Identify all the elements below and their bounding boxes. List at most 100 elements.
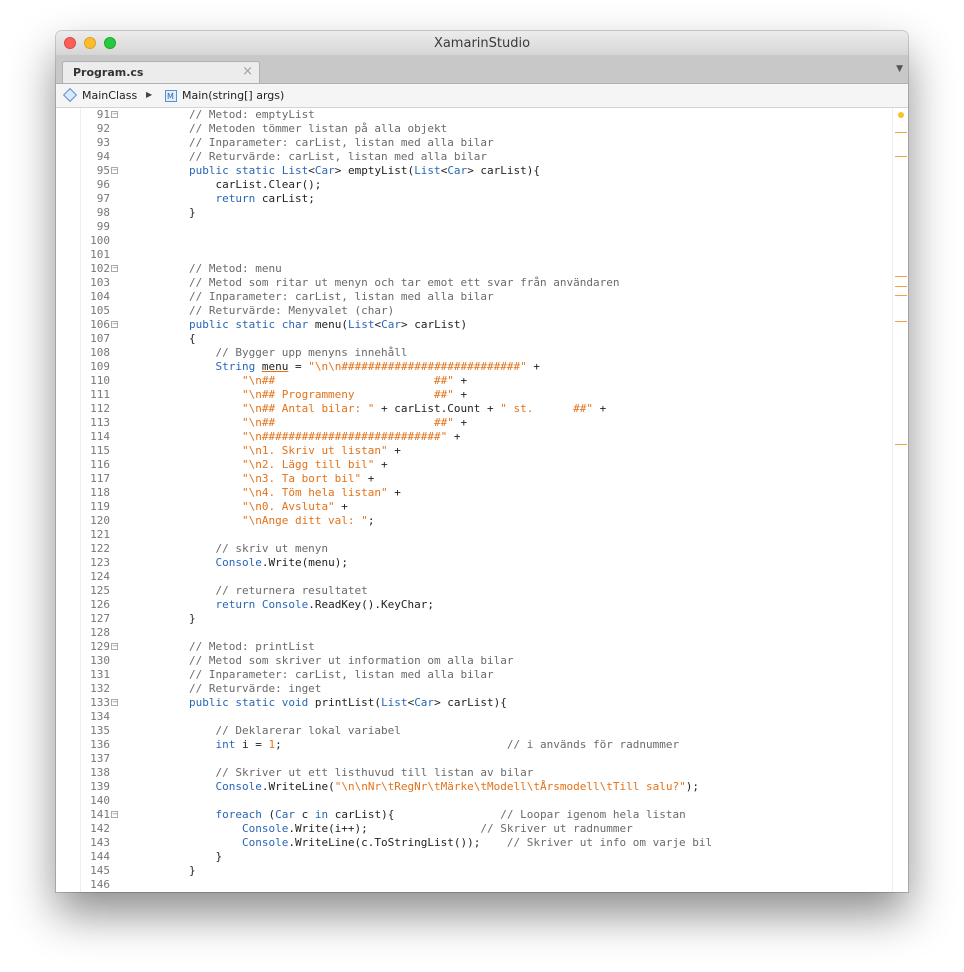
overview-scrollbar[interactable]: [892, 108, 908, 892]
code-line: "\n4. Töm hela listan" +: [136, 486, 892, 500]
code-token: > carList){: [434, 696, 507, 709]
scroll-marker: [895, 295, 907, 296]
line-number: 133: [90, 696, 110, 709]
code-line: "\n0. Avsluta" +: [136, 500, 892, 514]
line-number: 139: [90, 780, 110, 793]
code-token: carList.Clear();: [136, 178, 322, 191]
code-line: }: [136, 850, 892, 864]
breadcrumb-class[interactable]: MainClass: [82, 89, 137, 102]
fold-toggle-icon[interactable]: −: [111, 811, 118, 818]
code-token: // Loopar igenom hela listan: [500, 808, 686, 821]
code-token: "\n## Programmeny ##": [241, 388, 454, 401]
scroll-marker: [895, 321, 907, 322]
line-number: 109: [90, 360, 110, 373]
line-number: 108: [90, 346, 110, 359]
code-token: String: [215, 360, 256, 373]
code-token: // Inparameter: carList, listan med alla…: [136, 668, 494, 681]
code-line: return Console.ReadKey().KeyChar;: [136, 598, 892, 612]
line-number: 115: [90, 444, 110, 457]
code-line: // Deklarerar lokal variabel: [136, 724, 892, 738]
line-number: 129: [90, 640, 110, 653]
line-number: 113: [90, 416, 110, 429]
line-number: 122: [90, 542, 110, 555]
title-bar[interactable]: XamarinStudio: [56, 31, 908, 56]
line-number: 127: [90, 612, 110, 625]
fold-toggle-icon[interactable]: −: [111, 643, 118, 650]
fold-toggle-icon[interactable]: −: [111, 321, 118, 328]
code-token: List: [414, 164, 441, 177]
code-text-area[interactable]: // Metod: emptyList // Metoden tömmer li…: [136, 108, 892, 892]
code-token: }: [136, 612, 196, 625]
code-token: "\n4. Töm hela listan": [241, 486, 388, 499]
code-token: Car: [314, 164, 335, 177]
code-token: Console: [215, 556, 262, 569]
code-token: "\n## ##": [241, 416, 454, 429]
code-token: // skriv ut menyn: [136, 542, 329, 555]
code-line: // Metod: menu: [136, 262, 892, 276]
code-token: "\n2. Lägg till bil": [241, 458, 375, 471]
code-line: foreach (Car c in carList){ // Loopar ig…: [136, 808, 892, 822]
line-number: 144: [90, 850, 110, 863]
code-line: // Bygger upp menyns innehåll: [136, 346, 892, 360]
code-token: public static: [188, 164, 282, 177]
code-line: // Metoden tömmer listan på alla objekt: [136, 122, 892, 136]
code-line: }: [136, 206, 892, 220]
code-token: public static void: [188, 696, 315, 709]
code-token: // Metod: menu: [136, 262, 282, 275]
scroll-marker: [895, 132, 907, 133]
line-number: 140: [90, 794, 110, 807]
class-icon: [62, 87, 78, 103]
code-token: // Metod som ritar ut menyn och tar emot…: [136, 276, 620, 289]
code-token: ;: [275, 738, 507, 751]
line-number: 91: [96, 108, 110, 121]
code-editor[interactable]: 91 92 93 94 95 96 97 98 99 100 101 102 103 104 105 106 1…: [56, 108, 908, 892]
code-token: Console: [215, 780, 262, 793]
code-token: foreach: [215, 808, 262, 821]
line-number: 103: [90, 276, 110, 289]
line-number: 95: [96, 164, 110, 177]
fold-toggle-icon[interactable]: −: [111, 111, 118, 118]
line-number: 93: [96, 136, 110, 149]
code-token: +: [334, 500, 348, 513]
line-number: 100: [90, 234, 110, 247]
code-token: c: [294, 808, 315, 821]
tab-close-icon[interactable]: ×: [242, 64, 253, 79]
line-number: 123: [90, 556, 110, 569]
code-token: > carList): [400, 318, 468, 331]
tab-program-cs[interactable]: Program.cs ×: [62, 61, 260, 83]
method-icon: M: [165, 90, 177, 102]
code-line: Console.Write(menu);: [136, 556, 892, 570]
code-token: return: [215, 192, 256, 205]
code-token: +: [447, 430, 461, 443]
fold-toggle-icon[interactable]: −: [111, 167, 118, 174]
code-token: +: [526, 360, 541, 373]
code-token: // Metod: emptyList: [136, 108, 315, 121]
line-number: 110: [90, 374, 110, 387]
code-line: // Returvärde: inget: [136, 682, 892, 696]
code-line: public static char menu(List<Car> carLis…: [136, 318, 892, 332]
code-token: Car: [414, 696, 435, 709]
code-line: int i = 1; // i används för radnummer: [136, 738, 892, 752]
line-number: 101: [90, 248, 110, 261]
fold-toggle-icon[interactable]: −: [111, 265, 118, 272]
fold-toggle-icon[interactable]: −: [111, 699, 118, 706]
code-token: "\n## Antal bilar: ": [241, 402, 375, 415]
code-token: // Skriver ut radnummer: [480, 822, 633, 835]
code-line: Console.Write(i++); // Skriver ut radnum…: [136, 822, 892, 836]
breadcrumb-method[interactable]: Main(string[] args): [182, 89, 284, 102]
tab-dropdown-icon[interactable]: ▼: [896, 64, 903, 74]
line-number: 111: [90, 388, 110, 401]
code-token: // returnera resultatet: [136, 584, 368, 597]
code-token: // Returvärde: carList, listan med alla …: [136, 150, 487, 163]
